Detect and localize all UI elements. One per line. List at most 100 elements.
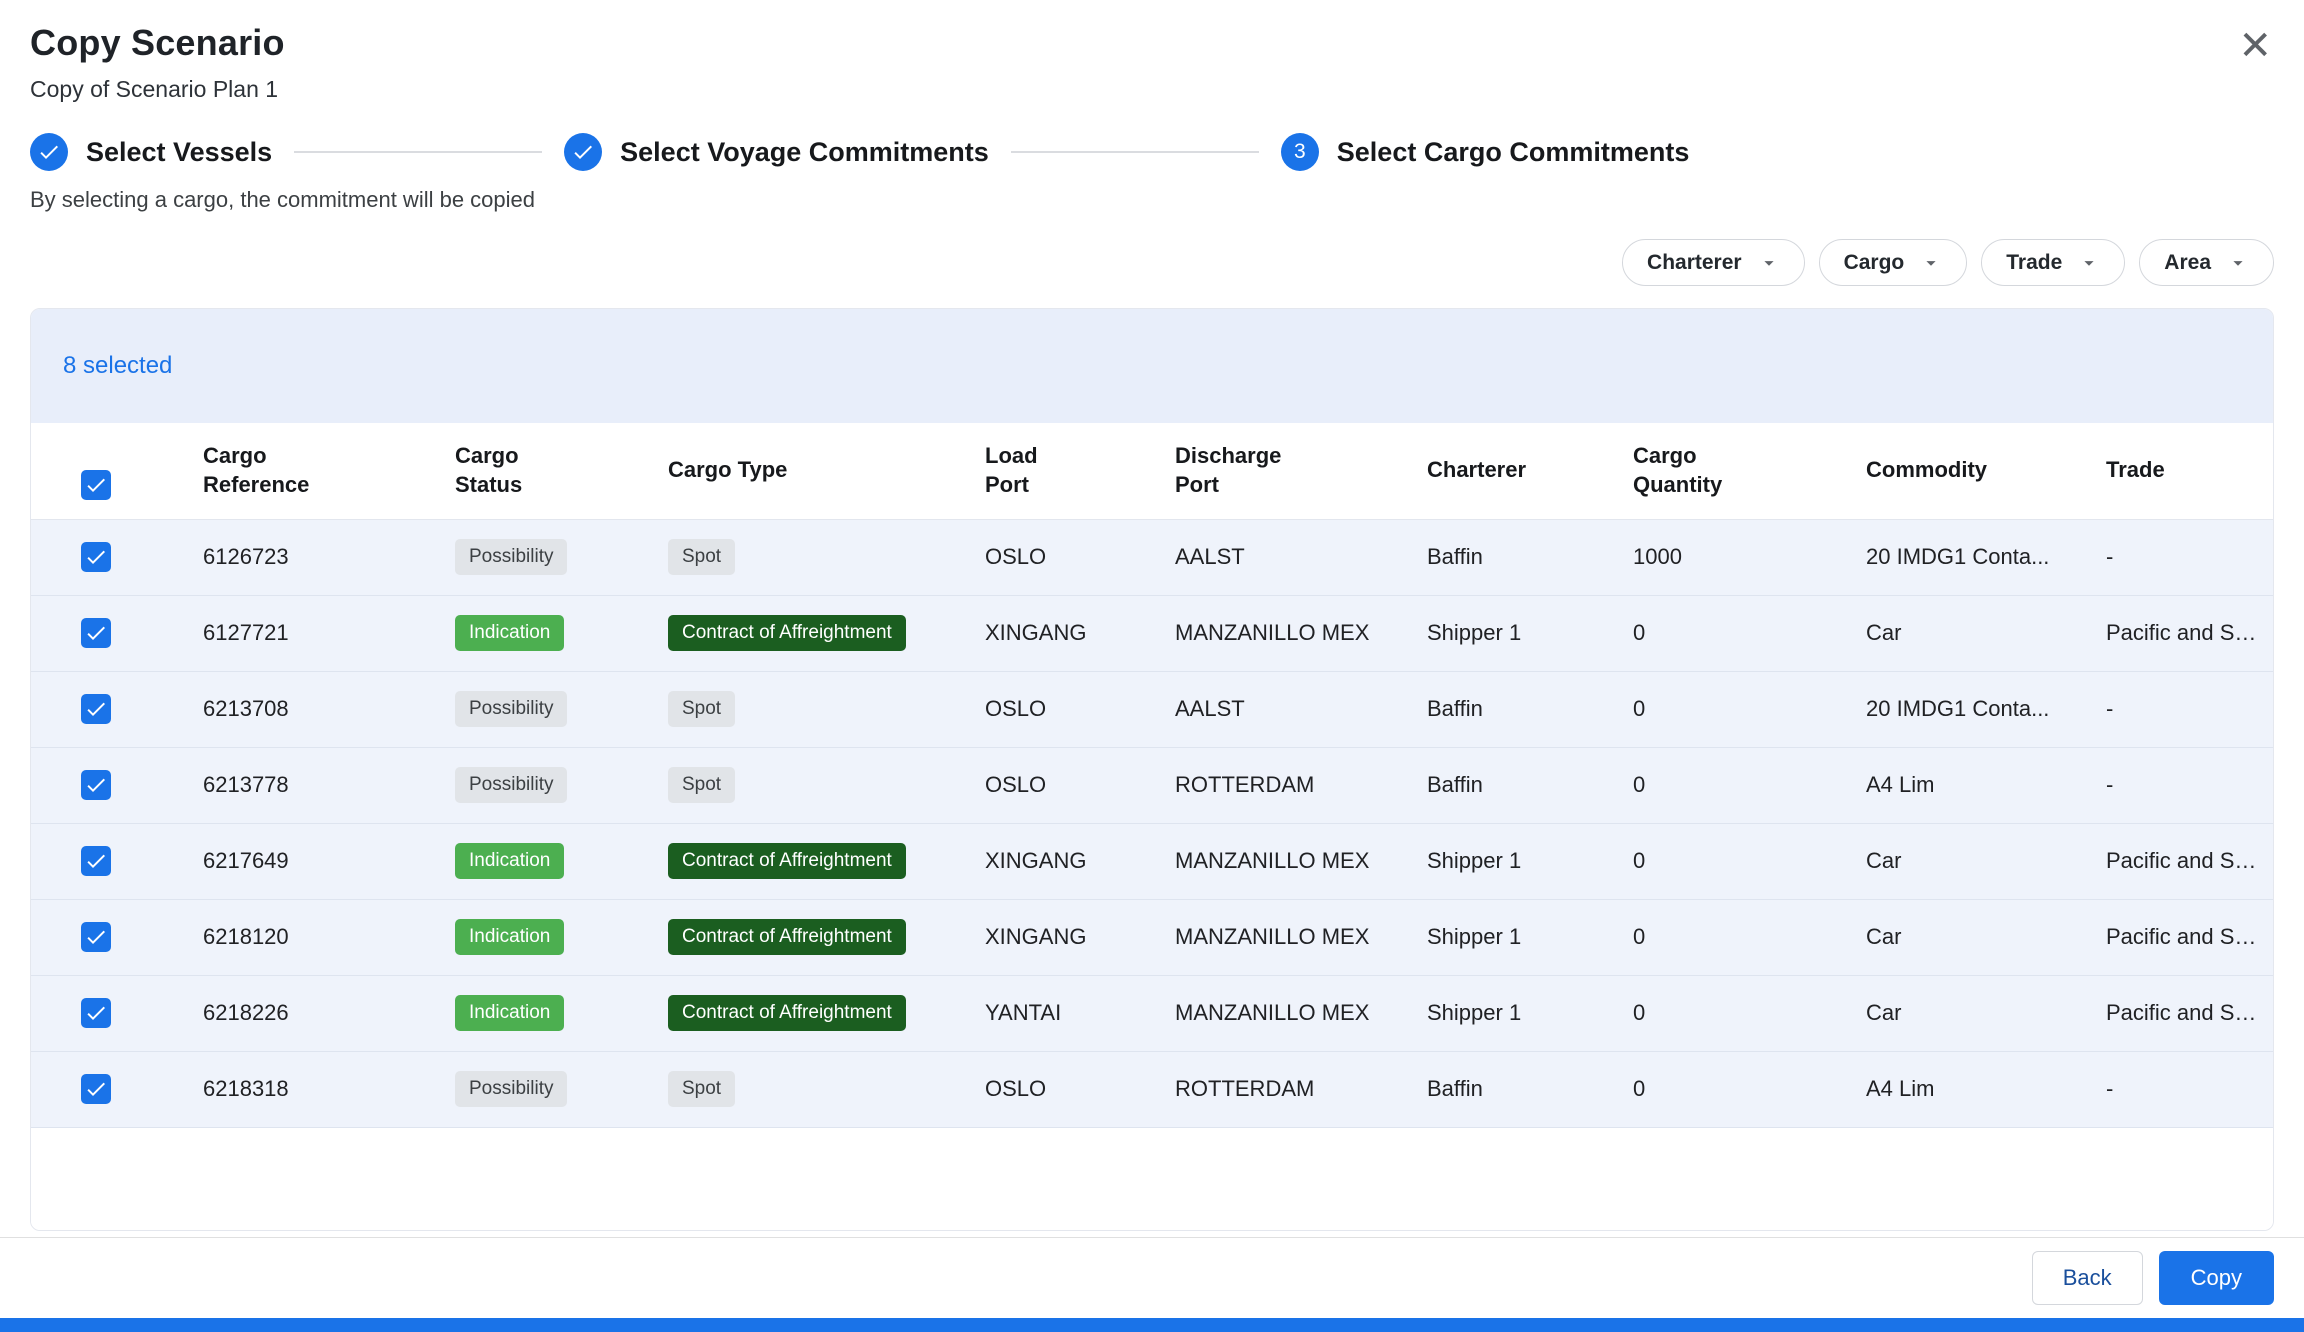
filter-label: Area: [2164, 251, 2211, 275]
cell-cargo-quantity: 0: [1621, 1051, 1854, 1127]
filter-cargo-dropdown[interactable]: Cargo: [1819, 239, 1968, 286]
cell-cargo-reference: 6218226: [191, 975, 443, 1051]
step-label: Select Vessels: [86, 137, 272, 168]
cargo-type-badge: Contract of Affreightment: [668, 615, 906, 651]
cell-cargo-type: Contract of Affreightment: [656, 823, 973, 899]
cell-cargo-reference: 6213708: [191, 671, 443, 747]
filter-charterer-dropdown[interactable]: Charterer: [1622, 239, 1805, 286]
cell-cargo-quantity: 0: [1621, 671, 1854, 747]
cell-cargo-status: Indication: [443, 975, 656, 1051]
row-checkbox[interactable]: [81, 922, 111, 952]
cargo-table: Cargo Reference Cargo Status Cargo Type …: [31, 423, 2273, 1128]
step-select-cargo-commitments[interactable]: 3 Select Cargo Commitments: [1281, 133, 1690, 171]
dialog-footer: Back Copy: [0, 1237, 2304, 1318]
cell-charterer: Baffin: [1415, 671, 1621, 747]
row-checkbox-cell: [31, 747, 191, 823]
cell-cargo-reference: 6218318: [191, 1051, 443, 1127]
cell-cargo-quantity: 0: [1621, 899, 1854, 975]
cell-load-port: YANTAI: [973, 975, 1163, 1051]
cell-load-port: XINGANG: [973, 595, 1163, 671]
filter-trade-dropdown[interactable]: Trade: [1981, 239, 2125, 286]
stepper: Select Vessels Select Voyage Commitments…: [30, 133, 2274, 171]
cell-trade: Pacific and So...: [2094, 975, 2273, 1051]
cargo-status-badge: Possibility: [455, 767, 567, 803]
cell-trade: -: [2094, 747, 2273, 823]
copy-button[interactable]: Copy: [2159, 1251, 2274, 1305]
row-checkbox[interactable]: [81, 770, 111, 800]
cell-discharge-port: ROTTERDAM: [1163, 1051, 1415, 1127]
cargo-type-badge: Contract of Affreightment: [668, 995, 906, 1031]
table-row[interactable]: 6218318PossibilitySpotOSLOROTTERDAMBaffi…: [31, 1051, 2273, 1127]
step-select-voyage-commitments[interactable]: Select Voyage Commitments: [564, 133, 989, 171]
row-checkbox[interactable]: [81, 694, 111, 724]
table-row[interactable]: 6127721IndicationContract of Affreightme…: [31, 595, 2273, 671]
cell-commodity: Car: [1854, 595, 2094, 671]
cell-commodity: A4 Lim: [1854, 747, 2094, 823]
column-header-load-port: Load Port: [973, 423, 1163, 519]
cargo-status-badge: Indication: [455, 995, 564, 1031]
cell-cargo-quantity: 0: [1621, 595, 1854, 671]
chevron-down-icon: [2078, 252, 2100, 274]
cell-load-port: XINGANG: [973, 899, 1163, 975]
selected-count: 8 selected: [63, 352, 172, 380]
row-checkbox[interactable]: [81, 998, 111, 1028]
cell-charterer: Baffin: [1415, 747, 1621, 823]
stepper-connector: [294, 151, 542, 153]
cell-commodity: 20 IMDG1 Conta...: [1854, 519, 2094, 595]
table-row[interactable]: 6213708PossibilitySpotOSLOAALSTBaffin020…: [31, 671, 2273, 747]
chevron-down-icon: [2227, 252, 2249, 274]
cargo-type-badge: Spot: [668, 691, 735, 727]
step-number-badge: 3: [1281, 133, 1319, 171]
row-checkbox-cell: [31, 899, 191, 975]
back-button[interactable]: Back: [2032, 1251, 2143, 1305]
table-header-row: Cargo Reference Cargo Status Cargo Type …: [31, 423, 2273, 519]
filter-label: Charterer: [1647, 251, 1742, 275]
cell-trade: Pacific and So...: [2094, 595, 2273, 671]
close-icon[interactable]: ✕: [2234, 22, 2276, 70]
cell-cargo-type: Spot: [656, 1051, 973, 1127]
cell-discharge-port: MANZANILLO MEX: [1163, 975, 1415, 1051]
row-checkbox[interactable]: [81, 618, 111, 648]
cell-charterer: Shipper 1: [1415, 595, 1621, 671]
stepper-connector: [1011, 151, 1259, 153]
cargo-status-badge: Indication: [455, 615, 564, 651]
select-all-cell: [31, 423, 191, 519]
cell-load-port: XINGANG: [973, 823, 1163, 899]
cell-discharge-port: MANZANILLO MEX: [1163, 823, 1415, 899]
cargo-type-badge: Contract of Affreightment: [668, 919, 906, 955]
select-all-checkbox[interactable]: [81, 470, 111, 500]
column-header-cargo-status: Cargo Status: [443, 423, 656, 519]
cell-cargo-status: Possibility: [443, 1051, 656, 1127]
cell-charterer: Shipper 1: [1415, 899, 1621, 975]
cell-cargo-status: Indication: [443, 595, 656, 671]
table-row[interactable]: 6218226 Indication Contract of Affreightme…: [31, 975, 2273, 1051]
cell-cargo-type: Contract of Affreightment: [656, 899, 973, 975]
cell-discharge-port: MANZANILLO MEX: [1163, 595, 1415, 671]
row-checkbox[interactable]: [81, 1074, 111, 1104]
cell-cargo-reference: 6218120: [191, 899, 443, 975]
table-row[interactable]: 6213778PossibilitySpotOSLOROTTERDAMBaffi…: [31, 747, 2273, 823]
cell-cargo-status: Possibility: [443, 671, 656, 747]
cell-cargo-type: Contract of Affreightment: [656, 975, 973, 1051]
cell-cargo-reference: 6217649: [191, 823, 443, 899]
cargo-status-badge: Possibility: [455, 1071, 567, 1107]
table-row[interactable]: 6217649IndicationContract of Affreightme…: [31, 823, 2273, 899]
helper-text: By selecting a cargo, the commitment wil…: [30, 187, 2274, 213]
column-header-trade: Trade: [2094, 423, 2273, 519]
filter-area-dropdown[interactable]: Area: [2139, 239, 2274, 286]
table-row[interactable]: 6218120IndicationContract of Affreightme…: [31, 899, 2273, 975]
step-select-vessels[interactable]: Select Vessels: [30, 133, 272, 171]
cell-cargo-quantity: 0: [1621, 747, 1854, 823]
panel-bottom-space: [31, 1128, 2273, 1231]
cell-cargo-status: Indication: [443, 823, 656, 899]
row-checkbox[interactable]: [81, 542, 111, 572]
column-header-charterer: Charterer: [1415, 423, 1621, 519]
cell-commodity: Car: [1854, 975, 2094, 1051]
row-checkbox-cell: [31, 671, 191, 747]
cargo-status-badge: Possibility: [455, 691, 567, 727]
cell-load-port: OSLO: [973, 519, 1163, 595]
row-checkbox[interactable]: [81, 846, 111, 876]
dialog-header: Copy Scenario Copy of Scenario Plan 1 ✕: [0, 0, 2304, 103]
cell-cargo-reference: 6126723: [191, 519, 443, 595]
table-row[interactable]: 6126723PossibilitySpotOSLOAALSTBaffin100…: [31, 519, 2273, 595]
